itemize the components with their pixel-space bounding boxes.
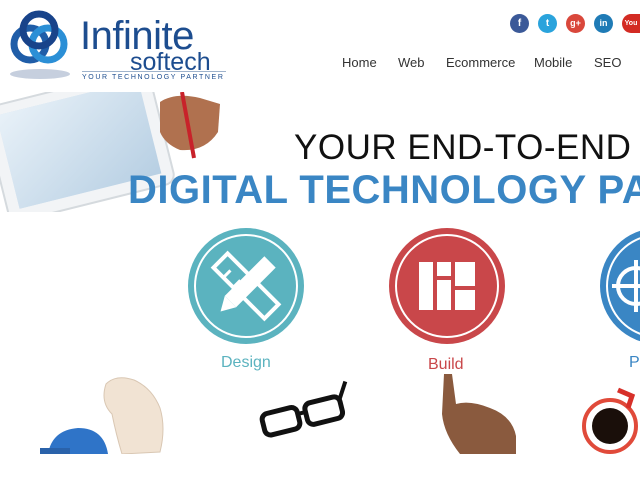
infinity-logo-icon [10,10,70,79]
logo-divider [82,71,226,72]
google-plus-icon[interactable]: g+ [566,14,585,33]
site-header: Infinite softech YOUR TECHNOLOGY PARTNER… [0,0,640,92]
nav-home[interactable]: Home [342,55,377,70]
layout-blocks-icon [419,262,475,310]
service-design-circle[interactable] [188,228,304,344]
bottom-decor-image [40,374,638,454]
logo-text-secondary: softech [130,48,211,76]
facebook-icon[interactable]: f [510,14,529,33]
service-design-label[interactable]: Design [221,354,271,372]
gear-icon [612,260,640,312]
nav-mobile[interactable]: Mobile [534,55,572,70]
logo-tagline: YOUR TECHNOLOGY PARTNER [82,74,225,81]
site-logo[interactable]: Infinite softech YOUR TECHNOLOGY PARTNER [4,8,234,86]
hero-headline-line2: DIGITAL TECHNOLOGY PA [128,168,640,212]
nav-web[interactable]: Web [398,55,425,70]
youtube-icon[interactable]: You [622,14,640,33]
service-third-label[interactable]: P [629,354,640,372]
hero-headline-line1: YOUR END-TO-END [294,128,632,167]
linkedin-icon[interactable]: in [594,14,613,33]
nav-ecommerce[interactable]: Ecommerce [446,55,515,70]
twitter-icon[interactable]: t [538,14,557,33]
service-build-label[interactable]: Build [428,356,464,374]
social-links: f t g+ in You [510,14,640,34]
nav-seo[interactable]: SEO [594,55,621,70]
service-build-circle[interactable] [389,228,505,344]
main-nav: Home Web Ecommerce Mobile SEO [330,55,640,73]
hero-banner: YOUR END-TO-END DIGITAL TECHNOLOGY PA De… [0,92,640,454]
pencil-ruler-icon [210,250,282,322]
service-third-circle[interactable] [600,228,640,344]
page-bottom-strip [0,454,640,480]
